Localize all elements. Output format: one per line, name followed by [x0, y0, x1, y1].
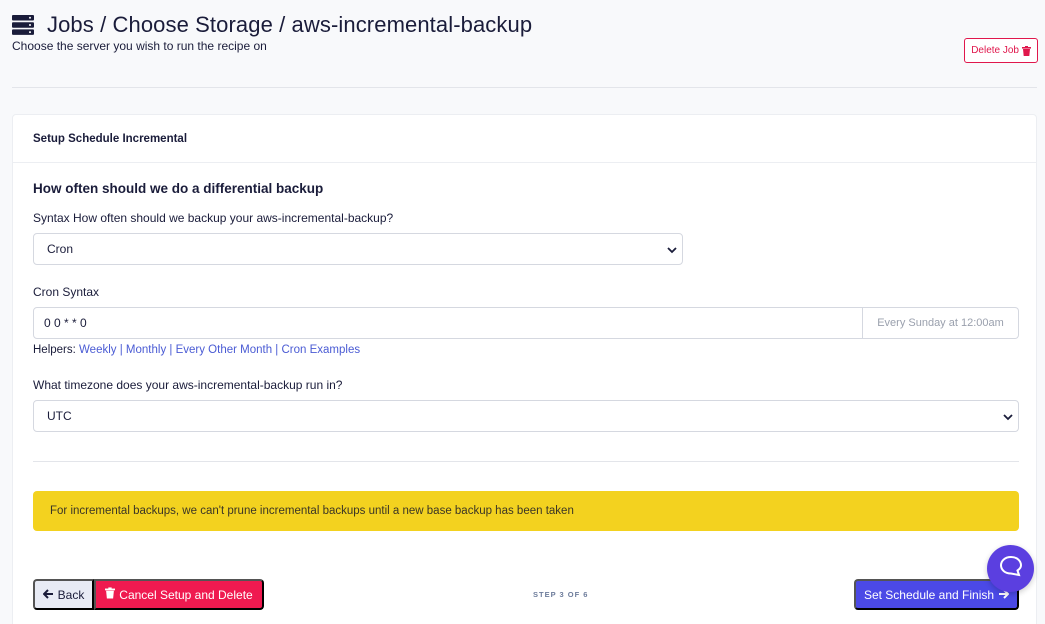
back-button[interactable]: Back	[33, 579, 94, 610]
syntax-select-value: Cron	[47, 242, 74, 256]
helper-separator: |	[166, 344, 176, 356]
helpers-prefix: Helpers:	[33, 344, 76, 356]
cron-input-group: 0 0 * * 0 Every Sunday at 12:00am	[33, 307, 1019, 339]
cron-syntax-input[interactable]: 0 0 * * 0	[33, 307, 863, 339]
helper-separator: |	[116, 344, 126, 356]
card-header: Setup Schedule Incremental	[13, 115, 1036, 163]
delete-job-button[interactable]: Delete Job	[964, 38, 1038, 63]
timezone-select-value: UTC	[47, 409, 72, 423]
form-divider	[33, 461, 1019, 462]
syntax-select[interactable]: Cron	[33, 233, 683, 265]
page-subtitle: Choose the server you wish to run the re…	[12, 39, 267, 53]
cancel-setup-button[interactable]: Cancel Setup and Delete	[94, 579, 264, 610]
trash-icon	[105, 587, 116, 602]
chat-launcher-button[interactable]	[987, 545, 1034, 592]
header-divider	[12, 87, 1037, 88]
finish-label: Set Schedule and Finish	[863, 587, 995, 602]
schedule-card: Setup Schedule Incremental How often sho…	[12, 114, 1037, 624]
page-title: Jobs / Choose Storage / aws-incremental-…	[47, 12, 533, 37]
helper-link-monthly[interactable]: Monthly	[126, 344, 166, 356]
server-icon	[12, 15, 34, 35]
chat-icon	[999, 555, 1023, 582]
helper-separator: |	[272, 344, 282, 356]
syntax-label: Syntax How often should we backup your a…	[33, 211, 394, 225]
cron-description: Every Sunday at 12:00am	[863, 307, 1019, 339]
arrow-left-icon	[42, 588, 54, 602]
title-row: Jobs / Choose Storage / aws-incremental-…	[12, 12, 1045, 38]
cancel-label: Cancel Setup and Delete	[119, 587, 253, 602]
trash-icon	[1022, 45, 1031, 56]
warning-alert: For incremental backups, we can't prune …	[33, 491, 1019, 531]
back-label: Back	[57, 587, 85, 602]
timezone-label: What timezone does your aws-incremental-…	[33, 378, 343, 392]
cron-syntax-label: Cron Syntax	[33, 285, 100, 299]
helper-link-every-other-month[interactable]: Every Other Month	[176, 344, 273, 356]
helper-link-cron-examples[interactable]: Cron Examples	[282, 344, 361, 356]
chevron-down-icon	[666, 244, 678, 254]
page-header: Jobs / Choose Storage / aws-incremental-…	[12, 12, 1045, 63]
step-indicator: STEP 3 OF 6	[533, 590, 589, 599]
chevron-down-icon	[1002, 411, 1014, 421]
helper-link-weekly[interactable]: Weekly	[79, 344, 117, 356]
delete-job-label: Delete Job	[971, 45, 1019, 56]
cron-helpers: Helpers: Weekly | Monthly | Every Other …	[33, 344, 360, 356]
section-title: How often should we do a differential ba…	[33, 181, 324, 196]
timezone-select[interactable]: UTC	[33, 400, 1019, 432]
card-footer: Back Cancel Setup and Delete STEP 3 OF 6…	[33, 579, 1019, 610]
